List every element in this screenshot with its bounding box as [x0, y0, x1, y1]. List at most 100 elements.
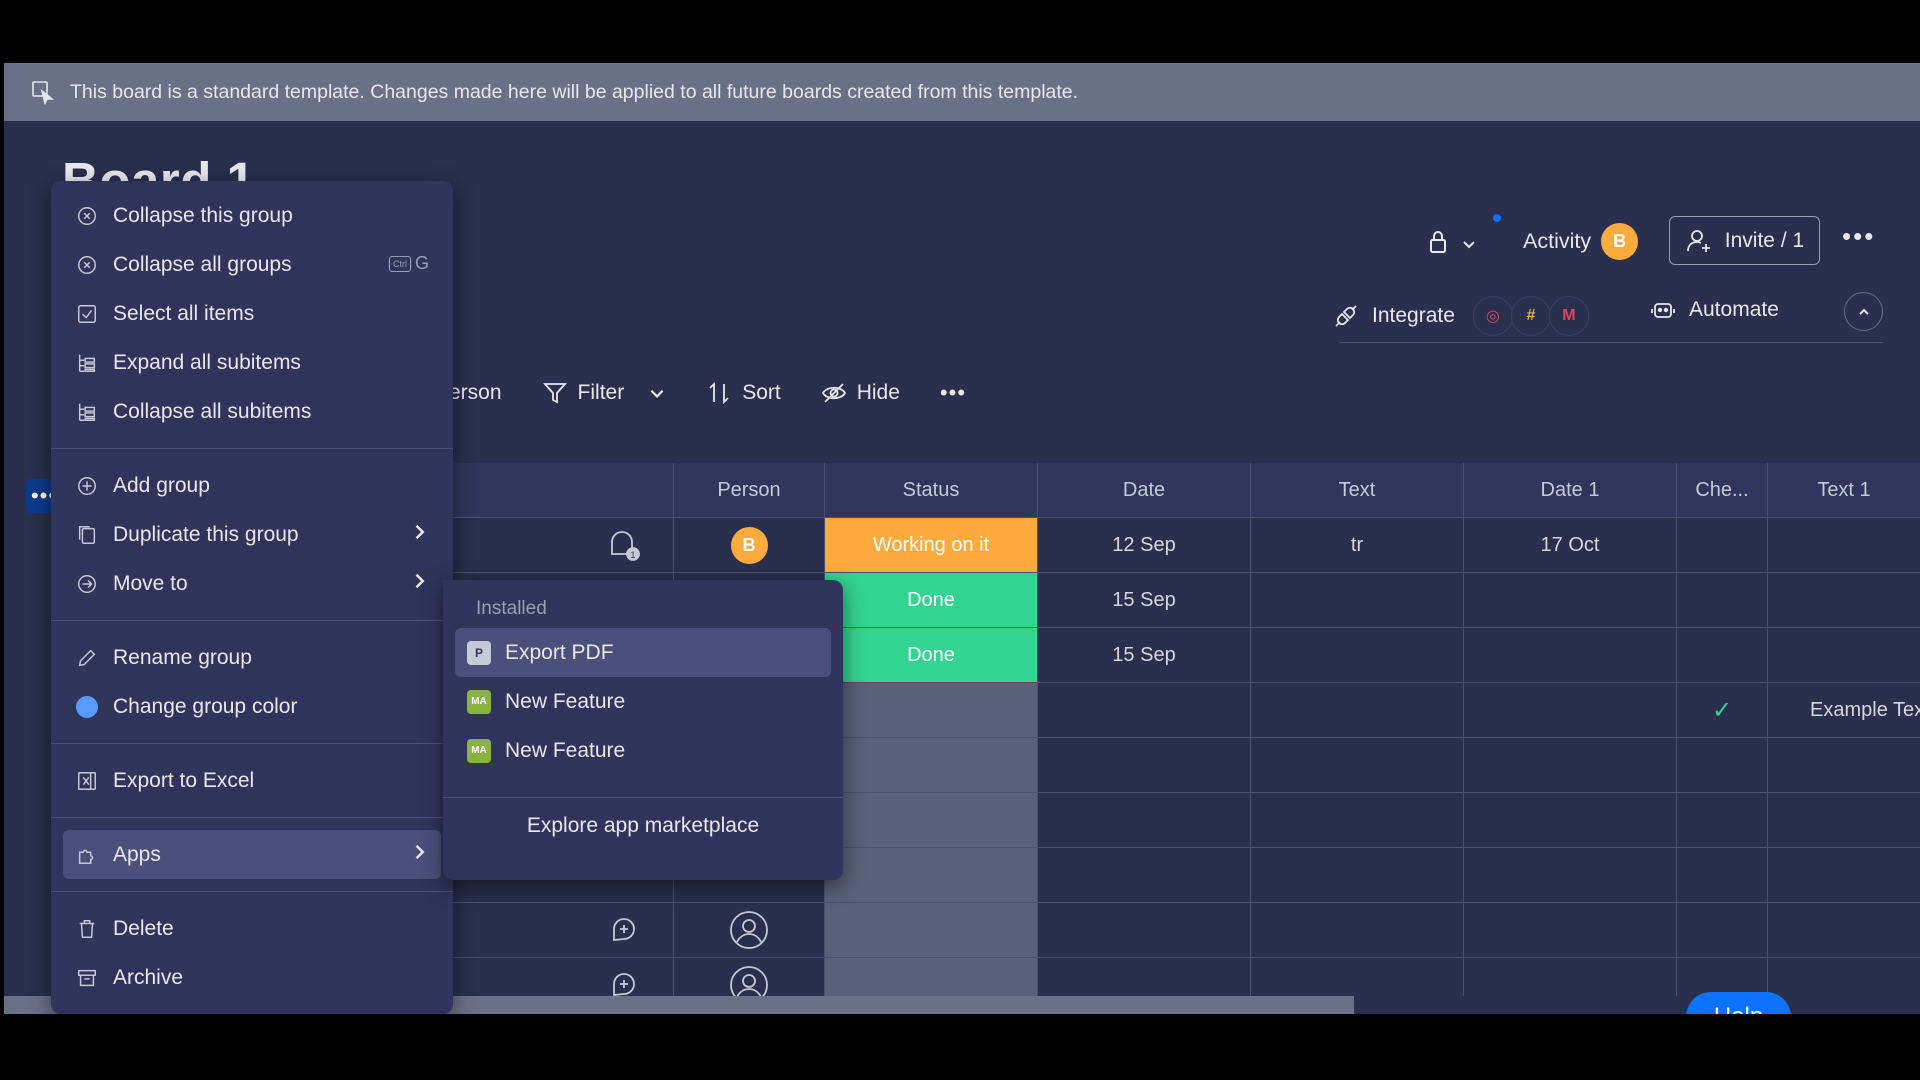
date1-cell[interactable] — [1464, 628, 1677, 682]
chevron-down-icon[interactable] — [648, 384, 666, 402]
menu-item-expand-subitems[interactable]: Expand all subitems — [63, 338, 441, 387]
column-header-date1[interactable]: Date 1 — [1464, 463, 1677, 517]
check-cell[interactable] — [1677, 573, 1768, 627]
subitems-icon — [75, 400, 99, 424]
check-cell[interactable] — [1677, 628, 1768, 682]
menu-item-delete[interactable]: Delete — [63, 904, 441, 953]
board-permissions[interactable] — [1426, 228, 1486, 258]
date-cell[interactable] — [1038, 848, 1251, 902]
text-cell[interactable]: tr — [1251, 518, 1464, 572]
status-cell[interactable]: Done — [825, 628, 1038, 682]
help-button[interactable]: Help — [1686, 992, 1791, 1014]
check-cell[interactable] — [1677, 518, 1768, 572]
menu-item-duplicate-group[interactable]: Duplicate this group — [63, 510, 441, 559]
activity-button[interactable]: Activity B — [1523, 223, 1639, 260]
text-cell[interactable] — [1251, 628, 1464, 682]
text1-cell[interactable] — [1768, 793, 1920, 847]
text1-cell[interactable] — [1768, 628, 1920, 682]
sort-button[interactable]: Sort — [706, 380, 781, 406]
text1-cell[interactable] — [1768, 903, 1920, 957]
date1-cell[interactable] — [1464, 738, 1677, 792]
menu-item-archive[interactable]: Archive — [63, 953, 441, 1002]
toolbar-more-icon[interactable]: ••• — [940, 380, 966, 406]
menu-item-rename-group[interactable]: Rename group — [63, 633, 441, 682]
date1-cell[interactable] — [1464, 573, 1677, 627]
template-banner: This board is a standard template. Chang… — [4, 63, 1920, 121]
menu-item-move-to[interactable]: Move to — [63, 559, 441, 608]
status-cell[interactable]: Done — [825, 573, 1038, 627]
hide-button[interactable]: Hide — [821, 380, 900, 406]
status-cell[interactable] — [825, 683, 1038, 737]
date-cell[interactable]: 15 Sep — [1038, 573, 1251, 627]
text-cell[interactable] — [1251, 738, 1464, 792]
menu-item-select-all[interactable]: Select all items — [63, 289, 441, 338]
invite-button[interactable]: Invite / 1 — [1669, 216, 1820, 265]
feature-app-icon: MA — [467, 738, 491, 763]
robot-icon — [1651, 303, 1675, 318]
more-options-icon[interactable]: ••• — [1842, 223, 1878, 252]
filter-button[interactable]: Filter — [542, 380, 667, 406]
text-cell[interactable] — [1251, 793, 1464, 847]
check-cell[interactable] — [1677, 903, 1768, 957]
column-header-text[interactable]: Text — [1251, 463, 1464, 517]
column-header-text1[interactable]: Text 1 — [1768, 463, 1920, 517]
date-cell[interactable] — [1038, 793, 1251, 847]
column-header-status[interactable]: Status — [825, 463, 1038, 517]
text1-cell[interactable] — [1768, 848, 1920, 902]
date1-cell[interactable] — [1464, 848, 1677, 902]
text-cell[interactable] — [1251, 683, 1464, 737]
date-cell[interactable]: 12 Sep — [1038, 518, 1251, 572]
date1-cell[interactable] — [1464, 683, 1677, 737]
add-update-icon[interactable] — [576, 903, 674, 957]
menu-item-change-color[interactable]: Change group color — [63, 682, 441, 731]
status-cell[interactable] — [825, 738, 1038, 792]
eye-off-icon — [821, 383, 846, 403]
menu-item-collapse-subitems[interactable]: Collapse all subitems — [63, 387, 441, 436]
text-cell[interactable] — [1251, 573, 1464, 627]
checkmark-icon[interactable]: ✓ — [1677, 683, 1768, 737]
date-cell[interactable] — [1038, 738, 1251, 792]
explore-marketplace-link[interactable]: Explore app marketplace — [455, 814, 831, 838]
app-item-new-feature[interactable]: MA New Feature — [455, 726, 831, 775]
avatar: B — [1601, 223, 1639, 260]
column-header-person[interactable]: Person — [674, 463, 825, 517]
person-cell[interactable]: B — [674, 518, 825, 572]
check-cell[interactable] — [1677, 738, 1768, 792]
date1-cell[interactable] — [1464, 903, 1677, 957]
avatar: B — [730, 526, 768, 564]
menu-item-collapse-group[interactable]: Collapse this group — [63, 191, 441, 240]
menu-item-apps[interactable]: Apps — [63, 830, 441, 879]
check-cell[interactable] — [1677, 848, 1768, 902]
date1-cell[interactable] — [1464, 793, 1677, 847]
update-cell[interactable]: 1 — [576, 518, 674, 572]
text-cell[interactable] — [1251, 903, 1464, 957]
menu-item-collapse-all[interactable]: Collapse all groups Ctrl G — [63, 240, 441, 289]
empty-person-icon[interactable] — [674, 903, 825, 957]
date-cell[interactable]: 15 Sep — [1038, 628, 1251, 682]
column-header-date[interactable]: Date — [1038, 463, 1251, 517]
person-filter-button[interactable]: erson — [449, 381, 502, 405]
menu-item-export-excel[interactable]: Export to Excel — [63, 756, 441, 805]
app-item-export-pdf[interactable]: P Export PDF — [455, 628, 831, 677]
text1-cell[interactable] — [1768, 573, 1920, 627]
integrate-button[interactable]: Integrate ◎ # M — [1332, 296, 1589, 336]
text1-cell[interactable] — [1768, 518, 1920, 572]
menu-item-add-group[interactable]: Add group — [63, 461, 441, 510]
date-cell[interactable] — [1038, 683, 1251, 737]
status-cell[interactable]: Working on it — [825, 518, 1038, 572]
automate-button[interactable]: Automate — [1649, 296, 1779, 324]
app-item-new-feature[interactable]: MA New Feature — [455, 677, 831, 726]
person-filter-label: erson — [449, 381, 502, 404]
status-cell[interactable] — [825, 793, 1038, 847]
text1-cell[interactable]: Example Tex — [1768, 683, 1920, 737]
status-cell[interactable] — [825, 848, 1038, 902]
date-cell[interactable] — [1038, 903, 1251, 957]
integrate-label: Integrate — [1372, 304, 1455, 327]
text-cell[interactable] — [1251, 848, 1464, 902]
column-header-check[interactable]: Che... — [1677, 463, 1768, 517]
check-cell[interactable] — [1677, 793, 1768, 847]
text1-cell[interactable] — [1768, 738, 1920, 792]
status-cell[interactable] — [825, 903, 1038, 957]
date1-cell[interactable]: 17 Oct — [1464, 518, 1677, 572]
collapse-header-button[interactable] — [1844, 292, 1883, 331]
